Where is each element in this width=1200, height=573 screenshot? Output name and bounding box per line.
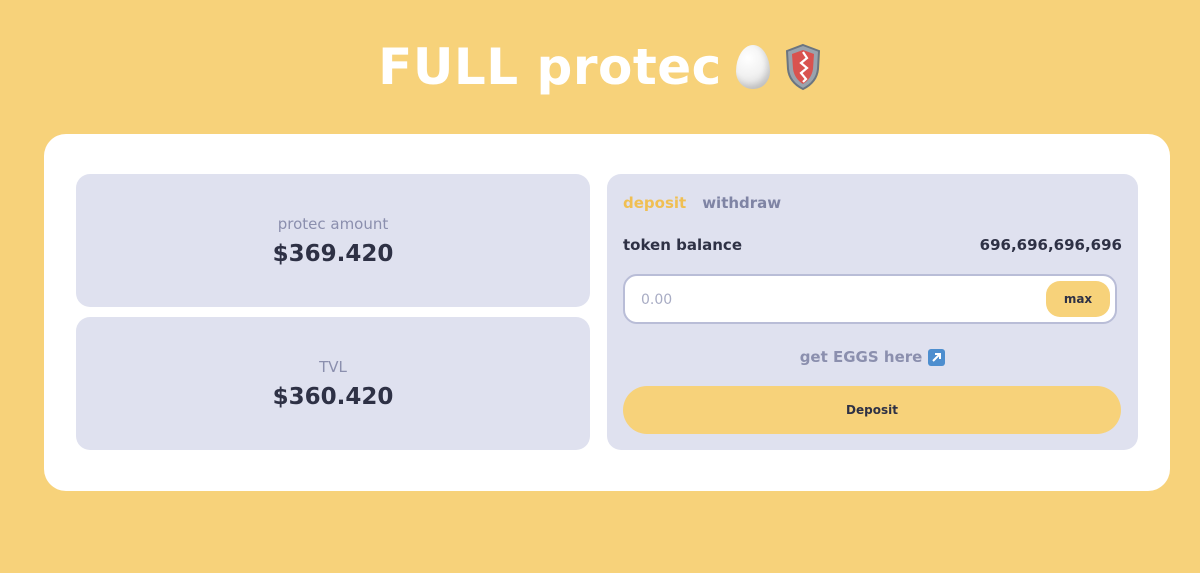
tab-deposit[interactable]: deposit [623,194,686,212]
external-link-arrow-icon [928,348,946,366]
get-eggs-label: get EGGS here [799,348,923,366]
amount-field: max [623,274,1117,324]
tab-withdraw[interactable]: withdraw [702,194,781,212]
tab-bar: deposit withdraw [623,194,781,212]
get-eggs-link[interactable]: get EGGS here [607,348,1138,366]
tvl-value: $360.420 [272,383,394,410]
protec-amount-value: $369.420 [272,240,394,267]
token-balance-value: 696,696,696,696 [979,236,1122,254]
tvl-box: TVL $360.420 [76,317,590,450]
tvl-label: TVL [319,357,347,376]
page-title: FULL protec [378,38,722,96]
egg-icon [735,45,770,89]
deposit-withdraw-panel: deposit withdraw token balance 696,696,6… [607,174,1138,450]
token-balance-label: token balance [623,236,742,254]
header: FULL protec [0,38,1200,96]
max-button[interactable]: max [1046,281,1110,317]
deposit-button[interactable]: Deposit [623,386,1121,434]
amount-input[interactable] [639,276,1023,324]
protec-amount-box: protec amount $369.420 [76,174,590,307]
protec-amount-label: protec amount [277,214,389,233]
main-card: protec amount $369.420 TVL $360.420 depo… [44,134,1170,491]
shield-icon [785,43,820,91]
